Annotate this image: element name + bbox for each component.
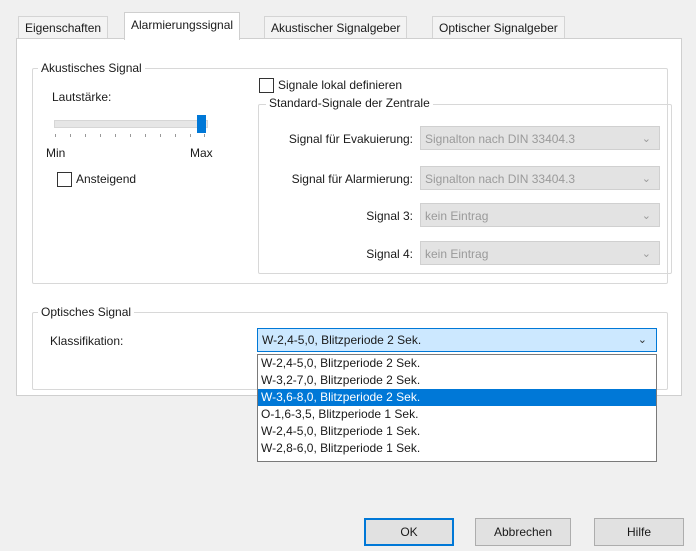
- signal-3-label: Signal 3:: [366, 209, 413, 223]
- optical-group-label: Optisches Signal: [38, 305, 135, 319]
- volume-slider-thumb[interactable]: [197, 115, 206, 133]
- signal-evakuierung-combo[interactable]: Signalton nach DIN 33404.3 ⌄: [420, 126, 660, 150]
- volume-max-label: Max: [190, 146, 213, 160]
- chevron-down-icon: ⌄: [641, 173, 651, 185]
- dropdown-option-highlighted[interactable]: W-3,6-8,0, Blitzperiode 2 Sek.: [258, 389, 656, 406]
- dropdown-option[interactable]: W-2,4-5,0, Blitzperiode 2 Sek.: [258, 355, 656, 372]
- rising-label: Ansteigend: [76, 172, 137, 186]
- signal-4-combo[interactable]: kein Eintrag ⌄: [420, 241, 660, 265]
- ok-button[interactable]: OK: [364, 518, 454, 546]
- volume-slider-ticks: [55, 134, 205, 137]
- volume-slider-track[interactable]: [54, 120, 208, 128]
- help-button[interactable]: Hilfe: [594, 518, 684, 546]
- signal-evakuierung-label: Signal für Evakuierung:: [288, 132, 413, 146]
- local-signals-checkbox[interactable]: [259, 78, 274, 93]
- chevron-down-icon: ⌄: [641, 210, 651, 222]
- volume-min-label: Min: [46, 146, 66, 160]
- rising-checkbox[interactable]: [57, 172, 72, 187]
- standard-signals-label: Standard-Signale der Zentrale: [266, 96, 433, 110]
- dropdown-option[interactable]: W-3,2-7,0, Blitzperiode 2 Sek.: [258, 372, 656, 389]
- chevron-down-icon: ⌄: [637, 334, 647, 346]
- signal-3-combo[interactable]: kein Eintrag ⌄: [420, 203, 660, 227]
- classification-label: Klassifikation:: [50, 334, 124, 348]
- tab-optischer-signalgeber[interactable]: Optischer Signalgeber: [432, 16, 565, 39]
- classification-value: W-2,4-5,0, Blitzperiode 2 Sek.: [262, 333, 422, 347]
- tab-alarmierungssignal[interactable]: Alarmierungssignal: [124, 12, 241, 40]
- signal-evakuierung-value: Signalton nach DIN 33404.3: [425, 132, 576, 146]
- dropdown-option[interactable]: W-2,4-5,0, Blitzperiode 1 Sek.: [258, 423, 656, 440]
- tab-akustischer-signalgeber[interactable]: Akustischer Signalgeber: [264, 16, 408, 39]
- chevron-down-icon: ⌄: [641, 133, 651, 145]
- cancel-button[interactable]: Abbrechen: [475, 518, 571, 546]
- signal-4-label: Signal 4:: [366, 247, 413, 261]
- volume-label: Lautstärke:: [52, 90, 112, 104]
- dropdown-option[interactable]: W-2,8-6,0, Blitzperiode 1 Sek.: [258, 440, 656, 457]
- classification-dropdown-list: W-2,4-5,0, Blitzperiode 2 Sek. W-3,2-7,0…: [257, 354, 657, 462]
- classification-combo[interactable]: W-2,4-5,0, Blitzperiode 2 Sek. ⌄: [257, 328, 657, 352]
- acoustic-group-label: Akustisches Signal: [38, 61, 145, 75]
- signal-3-value: kein Eintrag: [425, 209, 489, 223]
- signal-alarmierung-label: Signal für Alarmierung:: [291, 172, 413, 186]
- signal-alarmierung-value: Signalton nach DIN 33404.3: [425, 172, 576, 186]
- chevron-down-icon: ⌄: [641, 248, 651, 260]
- tab-eigenschaften[interactable]: Eigenschaften: [18, 16, 109, 39]
- dropdown-option[interactable]: O-1,6-3,5, Blitzperiode 1 Sek.: [258, 406, 656, 423]
- local-signals-label: Signale lokal definieren: [278, 78, 403, 92]
- signal-alarmierung-combo[interactable]: Signalton nach DIN 33404.3 ⌄: [420, 166, 660, 190]
- signal-4-value: kein Eintrag: [425, 247, 489, 261]
